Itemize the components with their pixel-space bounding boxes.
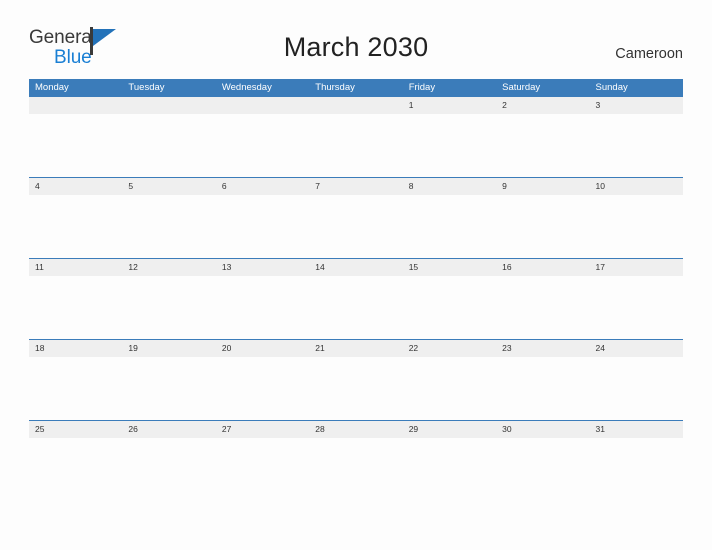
day-cell[interactable]: 3	[590, 97, 683, 114]
day-cell[interactable]: 14	[309, 259, 402, 276]
day-cell[interactable]: 18	[29, 340, 122, 357]
day-cell[interactable]: 20	[216, 340, 309, 357]
page-title: March 2030	[283, 32, 429, 62]
day-cell[interactable]: 8	[403, 178, 496, 195]
day-cell[interactable]	[216, 97, 309, 114]
day-cell[interactable]: 16	[496, 259, 589, 276]
week-row: 25 26 27 28 29 30 31	[29, 420, 683, 501]
week-date-band: 25 26 27 28 29 30 31	[29, 420, 683, 438]
weekday-header-wednesday: Wednesday	[221, 82, 272, 93]
day-cell[interactable]: 31	[590, 421, 683, 438]
weekday-header-monday: Monday	[35, 82, 69, 93]
country-label: Cameroon	[615, 46, 683, 62]
day-cell[interactable]: 24	[590, 340, 683, 357]
calendar-grid: Monday Tuesday Wednesday Thursday Friday…	[29, 79, 683, 501]
day-cell[interactable]: 4	[29, 178, 122, 195]
day-cell[interactable]: 23	[496, 340, 589, 357]
week-event-area[interactable]	[29, 276, 683, 339]
week-row: 11 12 13 14 15 16 17	[29, 258, 683, 339]
day-cell[interactable]: 10	[590, 178, 683, 195]
weekday-header-tuesday: Tuesday	[128, 82, 165, 93]
week-event-area[interactable]	[29, 357, 683, 420]
day-cell[interactable]: 11	[29, 259, 122, 276]
week-date-band: 18 19 20 21 22 23 24	[29, 339, 683, 357]
day-cell[interactable]: 22	[403, 340, 496, 357]
week-row: 18 19 20 21 22 23 24	[29, 339, 683, 420]
weekday-header-sunday: Sunday	[595, 82, 628, 93]
day-cell[interactable]: 2	[496, 97, 589, 114]
weekday-header-thursday: Thursday	[315, 82, 355, 93]
week-row: 4 5 6 7 8 9 10	[29, 177, 683, 258]
day-cell[interactable]: 21	[309, 340, 402, 357]
week-event-area[interactable]	[29, 438, 683, 501]
day-cell[interactable]	[309, 97, 402, 114]
day-cell[interactable]: 28	[309, 421, 402, 438]
day-cell[interactable]: 27	[216, 421, 309, 438]
day-cell[interactable]: 5	[122, 178, 215, 195]
day-cell[interactable]: 13	[216, 259, 309, 276]
day-cell[interactable]: 1	[403, 97, 496, 114]
day-cell[interactable]: 19	[122, 340, 215, 357]
day-cell[interactable]: 15	[403, 259, 496, 276]
page-header: General Blue March 2030 Cameroon	[0, 0, 712, 79]
day-cell[interactable]: 26	[122, 421, 215, 438]
week-date-band: 1 2 3	[29, 96, 683, 114]
day-cell[interactable]	[122, 97, 215, 114]
weekday-header-row: Monday Tuesday Wednesday Thursday Friday…	[29, 79, 683, 96]
week-row: 1 2 3	[29, 96, 683, 177]
day-cell[interactable]: 17	[590, 259, 683, 276]
day-cell[interactable]: 7	[309, 178, 402, 195]
week-event-area[interactable]	[29, 114, 683, 177]
week-date-band: 11 12 13 14 15 16 17	[29, 258, 683, 276]
week-event-area[interactable]	[29, 195, 683, 258]
day-cell[interactable]: 25	[29, 421, 122, 438]
day-cell[interactable]	[29, 97, 122, 114]
weekday-header-friday: Friday	[408, 82, 436, 93]
weekday-header-saturday: Saturday	[502, 82, 541, 93]
day-cell[interactable]: 12	[122, 259, 215, 276]
day-cell[interactable]: 6	[216, 178, 309, 195]
day-cell[interactable]: 9	[496, 178, 589, 195]
week-date-band: 4 5 6 7 8 9 10	[29, 177, 683, 195]
day-cell[interactable]: 30	[496, 421, 589, 438]
day-cell[interactable]: 29	[403, 421, 496, 438]
